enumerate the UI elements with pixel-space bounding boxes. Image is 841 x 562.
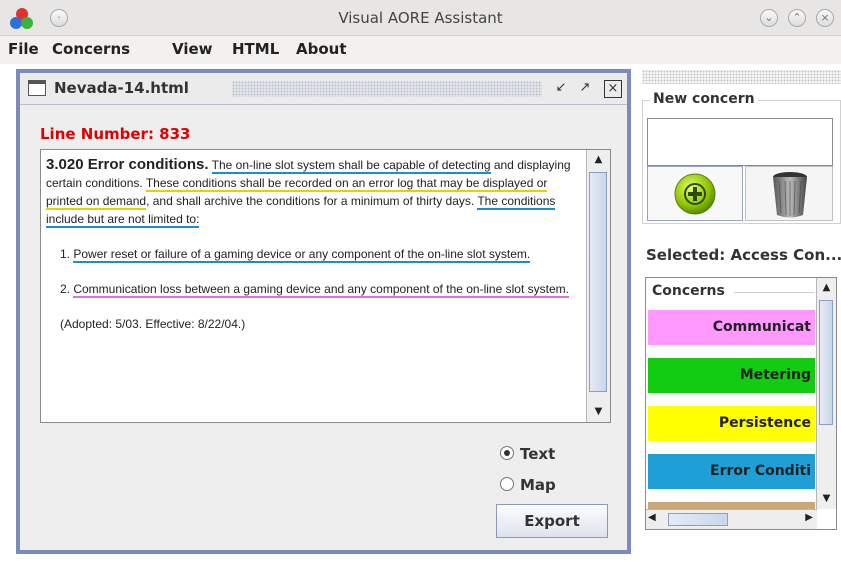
document-frame-titlebar[interactable]: Nevada-14.html ↙ ↗ × — [20, 73, 627, 105]
scroll-up-icon[interactable]: ▲ — [587, 150, 610, 170]
concern-item-error-conditions[interactable]: Error Conditi — [648, 454, 815, 489]
concerns-title: Concerns — [652, 283, 725, 299]
view-map-label: Map — [520, 476, 556, 494]
scroll-down-icon[interactable]: ▼ — [817, 489, 836, 509]
document-text: 3.020 Error conditions. The on-line slot… — [46, 156, 583, 350]
maximize-frame-icon[interactable]: ↗ — [576, 80, 594, 98]
iconify-icon[interactable]: ↙ — [552, 80, 570, 98]
trash-icon — [773, 172, 807, 218]
window-title: Visual AORE Assistant — [338, 9, 503, 27]
concern-item-communication[interactable]: Communicat — [648, 310, 815, 345]
document-frame: Nevada-14.html ↙ ↗ × Line Number: 833 3.… — [16, 69, 631, 554]
radio-selected-icon[interactable] — [500, 446, 514, 460]
scroll-left-icon[interactable]: ◀ — [648, 512, 656, 523]
item-number: 1. — [60, 247, 74, 261]
export-button[interactable]: Export — [496, 504, 608, 538]
divider — [734, 292, 814, 293]
close-window-button[interactable]: × — [816, 9, 834, 27]
view-text-label: Text — [520, 445, 556, 463]
scroll-down-icon[interactable]: ▼ — [587, 402, 610, 422]
list-item-power-reset: 1. Power reset or failure of a gaming de… — [46, 245, 583, 263]
new-concern-input[interactable] — [647, 118, 833, 166]
selected-concern-label: Selected: Access Con... — [646, 246, 841, 264]
item-number: 2. — [60, 282, 74, 296]
close-frame-icon[interactable]: × — [604, 80, 622, 98]
radio-unselected-icon[interactable] — [500, 477, 514, 491]
section-heading: 3.020 Error conditions. — [46, 156, 209, 173]
menu-view[interactable]: View — [172, 40, 213, 58]
view-text-radio[interactable]: Text — [500, 445, 555, 463]
right-panel-grip — [642, 70, 841, 84]
view-map-radio[interactable]: Map — [500, 476, 556, 494]
concern-item-persistence[interactable]: Persistence — [648, 406, 815, 441]
scroll-thumb[interactable] — [668, 513, 728, 526]
concern-highlight-error[interactable]: Power reset or failure of a gaming devic… — [73, 247, 531, 263]
concerns-horizontal-scrollbar[interactable]: ◀ ▶ — [646, 509, 817, 529]
new-concern-label: New concern — [650, 91, 758, 107]
concerns-vertical-scrollbar[interactable]: ▲ ▼ — [816, 278, 836, 509]
scroll-thumb[interactable] — [589, 172, 607, 392]
maximize-button[interactable]: ⌃ — [788, 9, 806, 27]
menu-about[interactable]: About — [296, 40, 347, 58]
scroll-right-icon[interactable]: ▶ — [805, 512, 813, 523]
scroll-thumb[interactable] — [819, 300, 833, 425]
concern-item-metering[interactable]: Metering — [648, 358, 815, 393]
scroll-up-icon[interactable]: ▲ — [817, 278, 836, 298]
add-plus-icon — [674, 173, 716, 215]
minimize-button[interactable]: ⌄ — [760, 9, 778, 27]
add-concern-button[interactable] — [647, 166, 743, 221]
menu-html[interactable]: HTML — [232, 40, 279, 58]
menu-concerns[interactable]: Concerns — [52, 40, 130, 58]
document-icon — [28, 80, 46, 96]
document-text-area[interactable]: 3.020 Error conditions. The on-line slot… — [40, 149, 611, 423]
paragraph-error-conditions: 3.020 Error conditions. The on-line slot… — [46, 156, 583, 228]
document-frame-title: Nevada-14.html — [54, 79, 189, 97]
document-vertical-scrollbar[interactable]: ▲ ▼ — [586, 150, 610, 422]
delete-concern-button[interactable] — [745, 166, 833, 221]
menu-bar: File Concerns View HTML About — [0, 36, 841, 64]
window-titlebar: · Visual AORE Assistant ⌄ ⌃ × — [0, 0, 841, 36]
menu-file[interactable]: File — [8, 40, 39, 58]
titlebar-grip — [232, 81, 542, 97]
concern-highlight-error[interactable]: The on-line slot system shall be capable… — [211, 158, 491, 174]
list-item-communication-loss: 2. Communication loss between a gaming d… — [46, 280, 583, 298]
concerns-list: Concerns Communicat Metering Persistence… — [645, 277, 837, 530]
line-number-label: Line Number: 833 — [40, 125, 191, 143]
plain-text: , and shall archive the conditions for a… — [146, 194, 478, 208]
concern-highlight-communication[interactable]: Communication loss between a gaming devi… — [73, 282, 569, 298]
adoption-note: (Adopted: 5/03. Effective: 8/22/04.) — [60, 317, 246, 331]
